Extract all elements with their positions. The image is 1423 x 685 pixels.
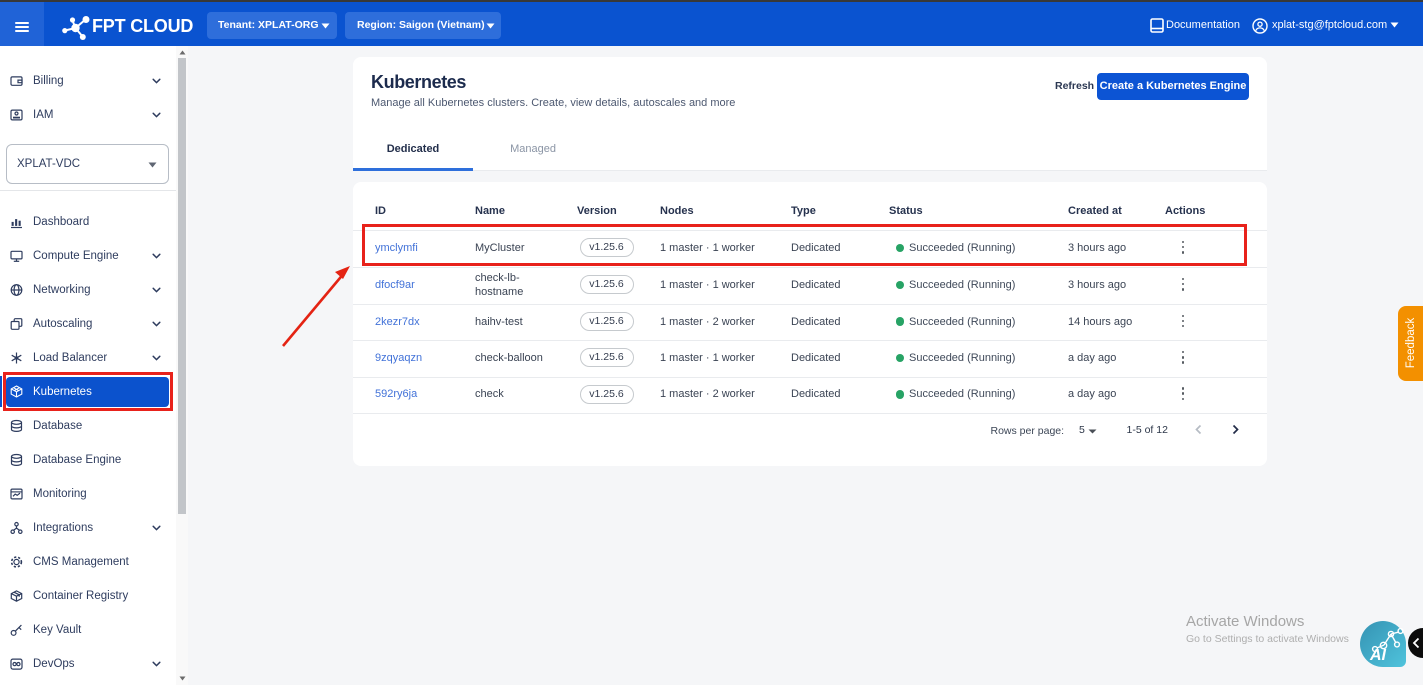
svg-text:AI: AI — [1369, 647, 1387, 664]
